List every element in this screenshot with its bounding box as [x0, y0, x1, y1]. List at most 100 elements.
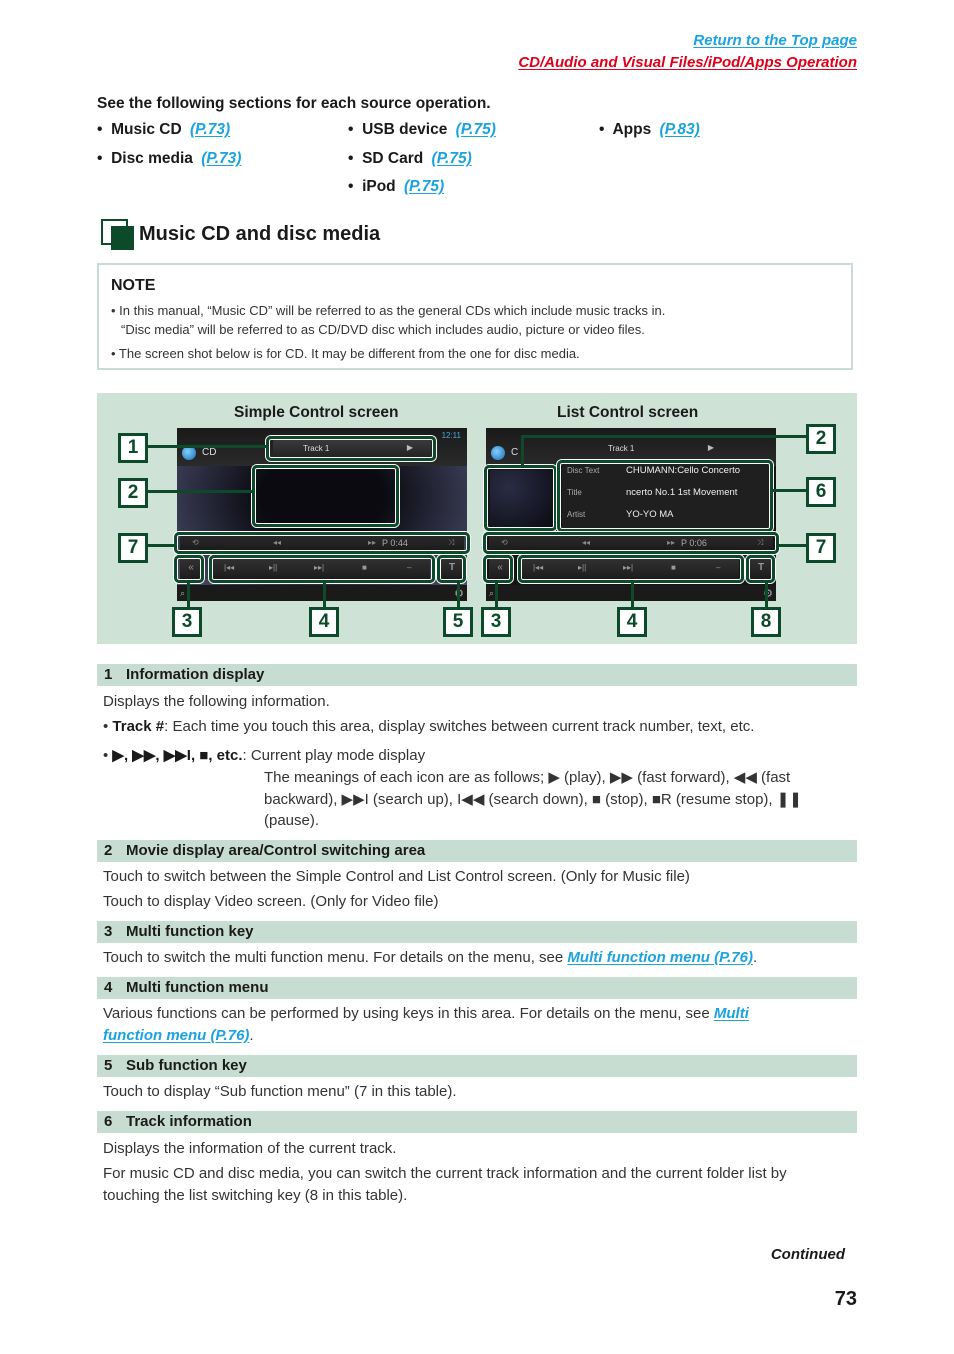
callout-4: 4 [309, 607, 339, 637]
note-line: “Disc media” will be referred to as CD/D… [121, 322, 645, 337]
section-square-icon [101, 219, 135, 250]
row3-post: . [752, 949, 758, 966]
callout-6: 6 [806, 477, 836, 507]
row-number: 5 [104, 1057, 113, 1074]
note-box: NOTE • In this manual, “Music CD” will b… [97, 263, 853, 370]
callout-3: 3 [172, 607, 202, 637]
row-number: 3 [104, 923, 113, 940]
highlight-3 [174, 555, 204, 583]
row-title: Sub function key [126, 1057, 247, 1074]
table-row-header-3: 3 Multi function key [97, 921, 857, 943]
highlight-7 [174, 532, 470, 554]
bullet: • [599, 121, 605, 138]
bullet: • [348, 121, 354, 138]
row5-text: Touch to display “Sub function menu” (7 … [103, 1083, 457, 1100]
row6-text: touching the list switching key (8 in th… [103, 1187, 408, 1204]
track-key-label: Track # [112, 718, 165, 735]
clock: 12:11 [441, 431, 461, 440]
row3-text: Touch to switch the multi function menu.… [103, 949, 757, 966]
row2-text: Touch to switch between the Simple Contr… [103, 868, 690, 885]
highlight-4 [518, 555, 744, 583]
section-title: Music CD and disc media [139, 223, 381, 245]
list-control-label: List Control screen [557, 404, 699, 421]
source-item-ipod: • iPod (P.75) [348, 178, 444, 196]
row4-pre: Various functions can be performed by us… [103, 1005, 714, 1022]
section-link[interactable]: CD/Audio and Visual Files/iPod/Apps Oper… [518, 54, 857, 71]
row1-meaning-line: (pause). [264, 812, 320, 829]
row4-text: function menu (P.76). [103, 1027, 254, 1044]
source-item-sd-card: • SD Card (P.75) [348, 150, 472, 168]
source-ref-link[interactable]: (P.83) [660, 121, 700, 138]
multi-function-menu-link[interactable]: function menu (P.76) [103, 1027, 249, 1044]
source-label: CD [202, 447, 217, 458]
table-row-header-1: 1 Information display [97, 664, 857, 686]
source-label: Apps [612, 121, 652, 138]
callout-3: 3 [481, 607, 511, 637]
row1-track-line: • Track #: Each time you touch this area… [103, 718, 755, 735]
note-title: NOTE [111, 277, 156, 294]
source-label: iPod [362, 178, 396, 195]
icons-key-desc: : Current play mode display [242, 747, 426, 764]
bullet: • [348, 150, 354, 167]
callout-2: 2 [118, 478, 148, 508]
row6-text: Displays the information of the current … [103, 1140, 397, 1157]
table-row-header-4: 4 Multi function menu [97, 977, 857, 999]
row-number: 1 [104, 666, 113, 683]
source-ref-link[interactable]: (P.73) [201, 150, 241, 167]
row6-text: For music CD and disc media, you can swi… [103, 1165, 787, 1182]
highlight-2 [252, 465, 399, 527]
callout-7: 7 [806, 533, 836, 563]
source-ref-link[interactable]: (P.75) [404, 178, 444, 195]
continued-label: Continued [770, 1246, 845, 1263]
multi-function-menu-link[interactable]: Multi [714, 1005, 749, 1022]
cd-source-icon [491, 446, 505, 460]
cd-source-icon [182, 446, 196, 460]
highlight-6 [557, 460, 773, 532]
page-number: 73 [834, 1288, 857, 1310]
intro-text: See the following sections for each sour… [97, 95, 491, 112]
bullet: • [97, 150, 103, 167]
table-row-header-2: 2 Movie display area/Control switching ar… [97, 840, 857, 862]
highlight-2 [484, 465, 557, 531]
icons-key-label: ▶, ▶▶, ▶▶I, ■, etc. [112, 747, 243, 764]
return-to-top-link[interactable]: Return to the Top page [693, 32, 857, 49]
source-label: Disc media [111, 150, 193, 167]
highlight-8 [746, 555, 775, 583]
callout-7: 7 [118, 533, 148, 563]
table-row-header-5: 5 Sub function key [97, 1055, 857, 1077]
source-label: C [511, 447, 519, 458]
callout-1: 1 [118, 433, 148, 463]
row-title: Information display [126, 666, 265, 683]
search-icon[interactable]: ⌕ [489, 588, 494, 599]
row-title: Multi function menu [126, 979, 269, 996]
screenshot-panel: Simple Control screen List Control scree… [97, 393, 857, 644]
play-icon: ▶ [707, 443, 714, 452]
table-row-header-6: 6 Track information [97, 1111, 857, 1133]
highlight-7 [483, 532, 779, 554]
information-display[interactable]: Track 1 ▶ [526, 440, 774, 458]
bullet: • [97, 121, 103, 138]
multi-function-menu-link[interactable]: Multi function menu (P.76) [567, 949, 753, 966]
row-title: Movie display area/Control switching are… [126, 842, 426, 859]
source-ref-link[interactable]: (P.75) [432, 150, 472, 167]
row1-icons-line: • ▶, ▶▶, ▶▶I, ■, etc.: Current play mode… [103, 747, 426, 764]
source-item-disc-media: • Disc media (P.73) [97, 150, 241, 168]
callout-2: 2 [806, 424, 836, 454]
row4-text: Various functions can be performed by us… [103, 1005, 749, 1022]
source-item-usb: • USB device (P.75) [348, 121, 496, 139]
row-number: 2 [104, 842, 113, 859]
row1-meaning-line: backward), ▶▶I (search up), I◀◀ (search … [264, 791, 802, 808]
source-label: Music CD [111, 121, 182, 138]
note-line: • The screen shot below is for CD. It ma… [111, 346, 580, 361]
note-line: • In this manual, “Music CD” will be ref… [111, 303, 666, 318]
simple-control-label: Simple Control screen [234, 404, 399, 421]
source-item-apps: • Apps (P.83) [599, 121, 700, 139]
callout-4: 4 [617, 607, 647, 637]
source-ref-link[interactable]: (P.75) [456, 121, 496, 138]
search-icon[interactable]: ⌕ [180, 588, 185, 599]
source-label: USB device [362, 121, 448, 138]
row-number: 4 [104, 979, 113, 996]
row3-pre: Touch to switch the multi function menu.… [103, 949, 568, 966]
source-ref-link[interactable]: (P.73) [190, 121, 230, 138]
row-title: Track information [126, 1113, 252, 1130]
